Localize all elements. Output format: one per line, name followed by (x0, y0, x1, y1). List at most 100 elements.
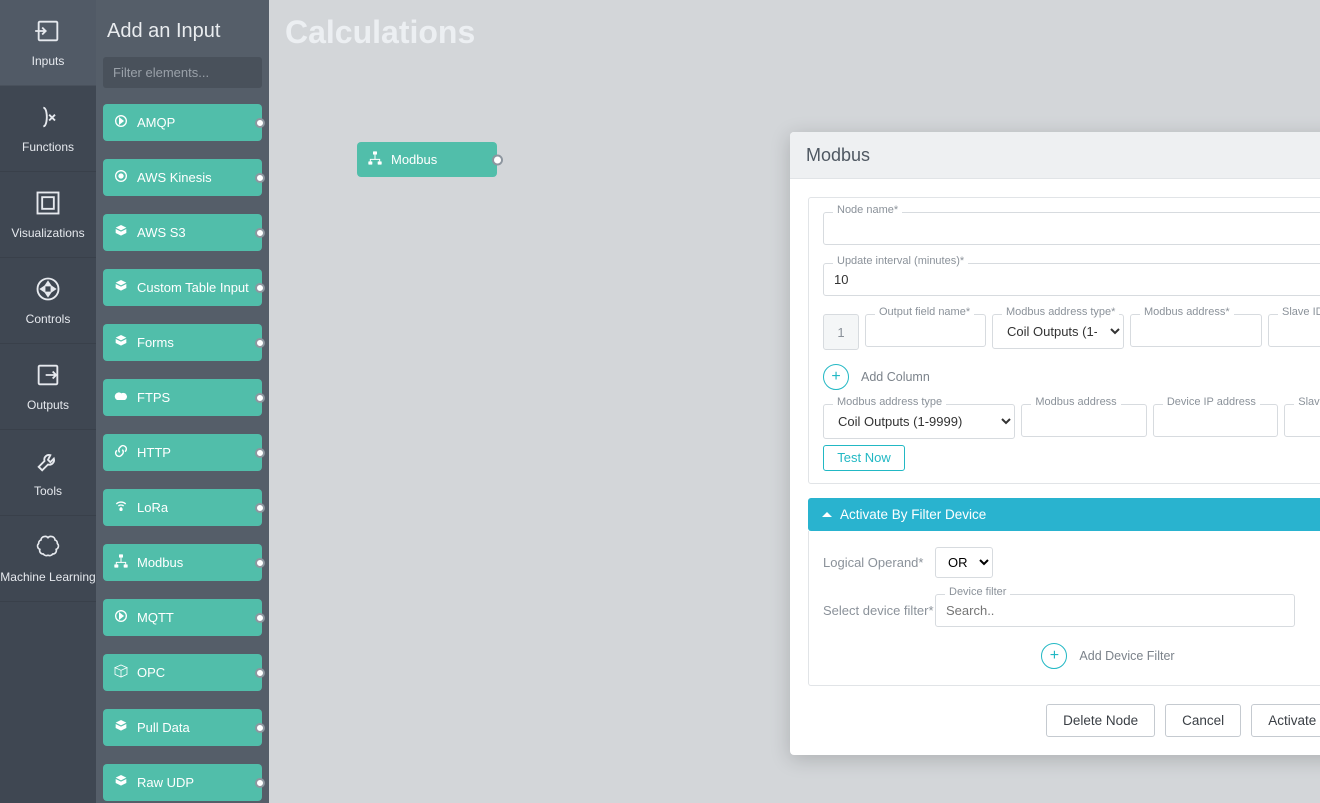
chip-output-port[interactable] (255, 393, 265, 403)
element-chip-modbus[interactable]: Modbus (103, 544, 262, 581)
chip-output-port[interactable] (255, 558, 265, 568)
nav-label: Controls (26, 312, 71, 326)
canvas-title: Calculations (285, 14, 475, 51)
activate-by-filter-header[interactable]: Activate By Filter Device (808, 498, 1320, 531)
row-index: 1 (823, 314, 859, 350)
chip-icon (113, 498, 137, 517)
nav-item-inputs[interactable]: Inputs (0, 0, 96, 86)
functions-icon (34, 103, 62, 140)
add-column-button[interactable]: + (823, 364, 849, 390)
slave-id-label: Slave ID* (1278, 306, 1320, 318)
element-chip-pull-data[interactable]: Pull Data (103, 709, 262, 746)
device-filter-label: Device filter (945, 586, 1010, 598)
update-interval-input[interactable] (823, 263, 1320, 296)
node-label: Modbus (391, 152, 437, 167)
select-device-filter-label: Select device filter* (823, 603, 935, 618)
nav-item-outputs[interactable]: Outputs (0, 344, 96, 430)
activate-button[interactable]: Activate (1251, 704, 1320, 737)
add-device-filter-button[interactable]: + (1041, 643, 1067, 669)
chip-label: AWS S3 (137, 225, 186, 240)
test-slave-id-label: Slave ID (1294, 396, 1320, 408)
chip-label: Raw UDP (137, 775, 194, 790)
element-chip-aws-kinesis[interactable]: AWS Kinesis (103, 159, 262, 196)
cancel-button[interactable]: Cancel (1165, 704, 1241, 737)
test-now-button[interactable]: Test Now (823, 445, 905, 471)
chip-icon (113, 388, 137, 407)
test-modbus-address-input[interactable] (1021, 404, 1146, 437)
element-chip-aws-s3[interactable]: AWS S3 (103, 214, 262, 251)
chip-label: LoRa (137, 500, 168, 515)
output-field-name-input[interactable] (865, 314, 986, 347)
test-slave-id-input[interactable] (1284, 404, 1320, 437)
element-chip-mqtt[interactable]: MQTT (103, 599, 262, 636)
chip-output-port[interactable] (255, 448, 265, 458)
sidebar-title: Add an Input (107, 20, 258, 43)
nav-item-machine-learning[interactable]: Machine Learning (0, 516, 96, 602)
nav-label: Tools (34, 484, 62, 498)
device-filter-input[interactable] (935, 594, 1295, 627)
chip-label: AWS Kinesis (137, 170, 212, 185)
slave-id-input[interactable] (1268, 314, 1320, 347)
device-ip-input[interactable] (1153, 404, 1278, 437)
node-output-port[interactable] (492, 154, 503, 165)
chip-icon (113, 718, 137, 737)
chip-output-port[interactable] (255, 613, 265, 623)
element-chip-http[interactable]: HTTP (103, 434, 262, 471)
chip-icon (113, 113, 137, 132)
update-interval-label: Update interval (minutes)* (833, 255, 968, 267)
element-chip-ftps[interactable]: FTPS (103, 379, 262, 416)
chip-icon (113, 278, 137, 297)
element-chip-custom-table-input[interactable]: Custom Table Input (103, 269, 262, 306)
address-type-select[interactable]: Coil Outputs (1-9999) (992, 314, 1124, 349)
chip-label: HTTP (137, 445, 171, 460)
controls-icon (34, 275, 62, 312)
node-name-label: Node name* (833, 204, 902, 216)
nav-label: Functions (22, 140, 74, 154)
column-row: 1 Output field name* Modbus address type… (823, 314, 1320, 350)
chip-output-port[interactable] (255, 503, 265, 513)
chip-output-port[interactable] (255, 283, 265, 293)
logical-operand-select[interactable]: OR (935, 547, 993, 578)
canvas[interactable]: Calculations Modbus Modbus × Node name* … (269, 0, 1320, 803)
element-chip-raw-udp[interactable]: Raw UDP (103, 764, 262, 801)
chip-output-port[interactable] (255, 228, 265, 238)
chip-icon (113, 223, 137, 242)
chip-icon (113, 168, 137, 187)
element-chip-forms[interactable]: Forms (103, 324, 262, 361)
node-name-input[interactable] (823, 212, 1320, 245)
nav-label: Outputs (27, 398, 69, 412)
chip-output-port[interactable] (255, 723, 265, 733)
test-row: Modbus address type Coil Outputs (1-9999… (823, 404, 1320, 439)
chip-output-port[interactable] (255, 778, 265, 788)
chip-icon (113, 773, 137, 792)
inputs-icon (34, 17, 62, 54)
nav-item-controls[interactable]: Controls (0, 258, 96, 344)
sitemap-icon (367, 150, 391, 169)
canvas-node-modbus[interactable]: Modbus (357, 142, 497, 177)
chip-icon (113, 608, 137, 627)
chip-label: FTPS (137, 390, 170, 405)
chip-output-port[interactable] (255, 338, 265, 348)
chip-output-port[interactable] (255, 668, 265, 678)
chip-output-port[interactable] (255, 173, 265, 183)
modal-footer: Delete Node Cancel Activate Save (790, 692, 1320, 755)
sidebar: Add an Input AMQP AWS Kinesis AWS S3 Custom… (96, 0, 269, 803)
nav-item-visualizations[interactable]: Visualizations (0, 172, 96, 258)
test-address-type-select[interactable]: Coil Outputs (1-9999) (823, 404, 1015, 439)
chip-label: Modbus (137, 555, 183, 570)
chip-icon (113, 443, 137, 462)
chip-output-port[interactable] (255, 118, 265, 128)
delete-node-button[interactable]: Delete Node (1046, 704, 1155, 737)
nav-label: Machine Learning (0, 570, 95, 584)
element-chip-opc[interactable]: OPC (103, 654, 262, 691)
main-config-panel: Node name* Update interval (minutes)* 1 … (808, 197, 1320, 484)
nav-item-functions[interactable]: Functions (0, 86, 96, 172)
filter-elements-input[interactable] (103, 57, 262, 88)
modbus-address-input[interactable] (1130, 314, 1262, 347)
chip-icon (113, 663, 137, 682)
element-chip-lora[interactable]: LoRa (103, 489, 262, 526)
nav-item-tools[interactable]: Tools (0, 430, 96, 516)
caret-up-icon (822, 512, 832, 517)
tools-icon (34, 447, 62, 484)
element-chip-amqp[interactable]: AMQP (103, 104, 262, 141)
